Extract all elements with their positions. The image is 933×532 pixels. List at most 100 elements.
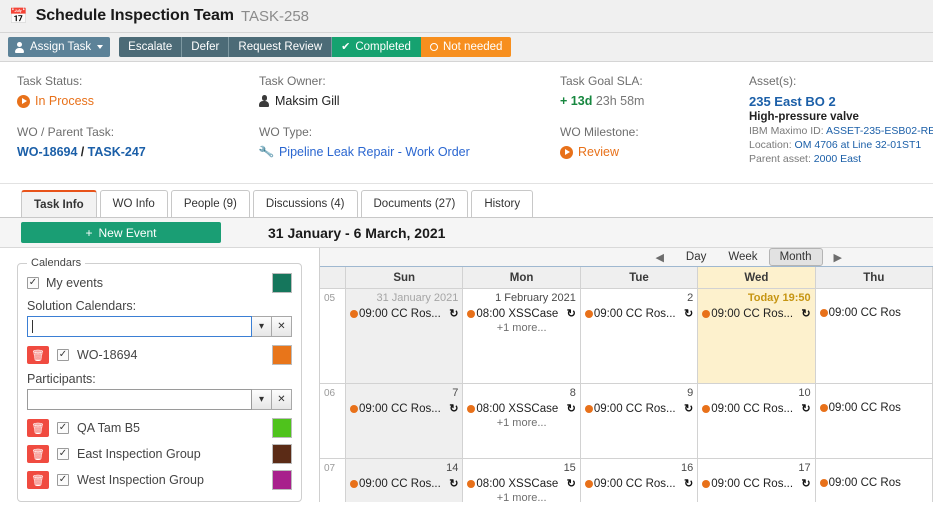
day-cell[interactable]: 16 09:00 CC Ros... ↻ (581, 459, 699, 502)
recurring-icon: ↻ (566, 308, 576, 320)
calendar-event[interactable]: 09:00 CC Ros... ↻ (350, 477, 458, 490)
calendar-checkbox[interactable]: ✓ (57, 349, 69, 361)
parent-task-link[interactable]: TASK-247 (88, 145, 146, 159)
participants-clear-icon[interactable]: ✕ (272, 389, 292, 410)
calendar-event[interactable]: 09:00 CC Ros (819, 477, 928, 489)
day-cell[interactable]: 09:00 CC Ros (816, 459, 933, 502)
calendar-event[interactable]: 09:00 CC Ros (819, 402, 928, 414)
new-event-button[interactable]: + New Event (21, 222, 221, 243)
wo-parent-label: WO / Parent Task: (17, 125, 115, 139)
participant-color-swatch[interactable] (272, 418, 292, 438)
participant-color-swatch[interactable] (272, 470, 292, 490)
day-cell[interactable]: 17 09:00 CC Ros... ↻ (698, 459, 816, 502)
escalate-button[interactable]: Escalate (119, 37, 183, 57)
calendar-event[interactable]: 08:00 XSSCase ↻ (467, 402, 576, 415)
tab-task-info[interactable]: Task Info (21, 190, 97, 217)
calendar-event[interactable]: 09:00 CC Ros... ↻ (702, 402, 811, 415)
request-review-label: Request Review (238, 41, 323, 53)
more-events-link[interactable]: +1 more... (467, 492, 575, 502)
day-cell[interactable]: 2 09:00 CC Ros... ↻ (581, 289, 699, 383)
request-review-button[interactable]: Request Review (229, 37, 333, 57)
calendar-event[interactable]: 09:00 CC Ros... ↻ (350, 402, 458, 415)
solution-calendars-input[interactable] (27, 316, 252, 337)
asset-name[interactable]: 235 East BO 2 (749, 94, 933, 109)
my-events-color-swatch[interactable] (272, 273, 292, 293)
participants-dropdown-icon[interactable]: ▾ (252, 389, 272, 410)
status-button-group: Escalate Defer Request Review ✔ Complete… (119, 37, 512, 57)
wo-type-link[interactable]: Pipeline Leak Repair - Work Order (279, 145, 470, 159)
day-cell[interactable]: 1 February 2021 08:00 XSSCase ↻ +1 more... (463, 289, 581, 383)
participant-item[interactable]: 🗑 ✓ QA Tam B5 (27, 415, 292, 441)
calendar-color-swatch[interactable] (272, 345, 292, 365)
tab-people-9[interactable]: People (9) (170, 190, 250, 217)
view-month-button[interactable]: Month (768, 248, 823, 266)
tab-label: Documents (27) (373, 198, 456, 210)
day-cell[interactable]: Today 19:50 09:00 CC Ros... ↻ (698, 289, 816, 383)
tab-label: Task Info (34, 199, 84, 211)
trash-icon[interactable]: 🗑 (27, 419, 49, 437)
view-week-button[interactable]: Week (717, 248, 768, 266)
participant-checkbox[interactable]: ✓ (57, 474, 69, 486)
parent-asset-link[interactable]: 2000 East (814, 153, 861, 165)
tab-discussions-4[interactable]: Discussions (4) (252, 190, 358, 217)
review-icon (560, 145, 573, 159)
wo-link[interactable]: WO-18694 (17, 145, 77, 159)
calendar-item[interactable]: 🗑 ✓ WO-18694 (27, 342, 292, 368)
maximo-id-link[interactable]: ASSET-235-ESB02-RE (826, 125, 933, 137)
recurring-icon: ↻ (449, 403, 459, 415)
more-events-link[interactable]: +1 more... (467, 417, 575, 429)
participant-label: East Inspection Group (77, 447, 201, 461)
asset-description: High-pressure valve (749, 111, 859, 123)
next-period-button[interactable]: ▶ (823, 251, 853, 264)
day-cell[interactable]: 9 09:00 CC Ros... ↻ (581, 384, 699, 458)
participant-item[interactable]: 🗑 ✓ West Inspection Group (27, 467, 292, 493)
day-cell[interactable]: 15 08:00 XSSCase ↻ +1 more... (463, 459, 581, 502)
event-color-dot (584, 479, 593, 488)
my-events-label: My events (46, 276, 103, 290)
participant-checkbox[interactable]: ✓ (57, 448, 69, 460)
day-cell[interactable]: 31 January 2021 09:00 CC Ros... ↻ (346, 289, 464, 383)
participant-item[interactable]: 🗑 ✓ East Inspection Group (27, 441, 292, 467)
my-events-row[interactable]: ✓ My events (27, 271, 292, 295)
calendar-event[interactable]: 09:00 CC Ros... ↻ (350, 307, 458, 320)
not-needed-button[interactable]: Not needed (420, 37, 512, 57)
calendar-event[interactable]: 08:00 XSSCase ↻ (467, 307, 576, 320)
recurring-icon: ↻ (684, 403, 694, 415)
calendar-event[interactable]: 09:00 CC Ros... ↻ (584, 402, 694, 415)
calendar-event[interactable]: 08:00 XSSCase ↻ (467, 477, 576, 490)
day-cell[interactable]: 10 09:00 CC Ros... ↻ (698, 384, 816, 458)
calendar-event[interactable]: 09:00 CC Ros... ↻ (584, 477, 693, 490)
person-icon (15, 41, 24, 53)
assign-task-button[interactable]: Assign Task (8, 37, 111, 57)
more-events-link[interactable]: +1 more... (467, 322, 575, 334)
event-color-dot (584, 309, 593, 318)
tab-history[interactable]: History (471, 190, 534, 217)
event-text: 09:00 CC Ros... (593, 307, 676, 320)
day-cell[interactable]: 14 09:00 CC Ros... ↻ (346, 459, 464, 502)
trash-icon[interactable]: 🗑 (27, 346, 49, 364)
day-cell[interactable]: 7 09:00 CC Ros... ↻ (346, 384, 464, 458)
solution-clear-icon[interactable]: ✕ (272, 316, 292, 337)
tab-documents-27[interactable]: Documents (27) (360, 190, 469, 217)
my-events-checkbox[interactable]: ✓ (27, 277, 39, 289)
calendar-event[interactable]: 09:00 CC Ros... ↻ (584, 307, 693, 320)
view-day-button[interactable]: Day (675, 248, 717, 266)
calendar-event[interactable]: 09:00 CC Ros... ↻ (702, 307, 811, 320)
participants-input[interactable] (27, 389, 252, 410)
participant-checkbox[interactable]: ✓ (57, 422, 69, 434)
day-number: 16 (680, 462, 694, 474)
tab-wo-info[interactable]: WO Info (99, 190, 168, 217)
participant-color-swatch[interactable] (272, 444, 292, 464)
location-link[interactable]: OM 4706 at Line 32-01ST1 (795, 139, 922, 151)
prev-period-button[interactable]: ◀ (644, 251, 674, 264)
completed-button[interactable]: ✔ Completed (332, 37, 421, 57)
day-cell[interactable]: 09:00 CC Ros (816, 384, 933, 458)
trash-icon[interactable]: 🗑 (27, 445, 49, 463)
day-cell[interactable]: 09:00 CC Ros (816, 289, 933, 383)
solution-dropdown-icon[interactable]: ▾ (252, 316, 272, 337)
trash-icon[interactable]: 🗑 (27, 471, 49, 489)
calendar-event[interactable]: 09:00 CC Ros (819, 307, 928, 319)
calendar-event[interactable]: 09:00 CC Ros... ↻ (702, 477, 811, 490)
day-cell[interactable]: 8 08:00 XSSCase ↻ +1 more... (463, 384, 581, 458)
defer-button[interactable]: Defer (182, 37, 230, 57)
